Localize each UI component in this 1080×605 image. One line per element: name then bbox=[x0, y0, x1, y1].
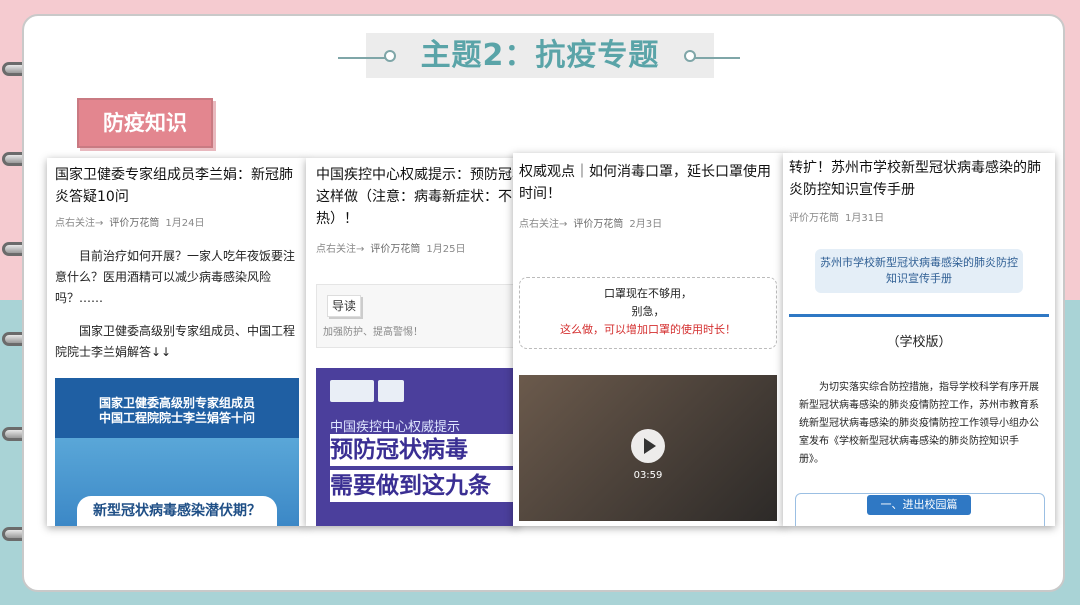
play-button[interactable] bbox=[631, 429, 665, 463]
article-meta: 评价万花筒 1月31日 bbox=[789, 209, 884, 224]
publish-date: 1月31日 bbox=[845, 213, 885, 224]
article-paragraph: 目前治疗如何开展？一家人吃年夜饭要注意什么？医用酒精可以减少病毒感染风险吗？…… bbox=[55, 249, 296, 305]
source-name[interactable]: 评价万花筒 bbox=[109, 218, 159, 229]
prevention-poster: 中国疾控中心权威提示 预防冠状病毒 需要做到这九条 bbox=[316, 368, 518, 526]
article-meta: 点右关注→ 评价万花筒 1月25日 bbox=[316, 240, 465, 255]
box-line: 这么做，可以增加口罩的使用时长！ bbox=[560, 323, 736, 336]
video-duration: 03:59 bbox=[633, 470, 663, 481]
poster-logo bbox=[330, 380, 374, 402]
article-title[interactable]: 中国疾控中心权威提示：预防冠状病毒这样做（注意：病毒新症状：不嗽发热）！ bbox=[316, 164, 518, 230]
callout-box: 新型冠状病毒感染潜伏期？ bbox=[77, 496, 277, 526]
article-card-4[interactable]: 转扩！苏州市学校新型冠状病毒感染的肺炎防控知识宣传手册 评价万花筒 1月31日 苏… bbox=[783, 153, 1055, 526]
article-meta: 点右关注→ 评价万花筒 2月3日 bbox=[519, 215, 662, 230]
section-tag: 防疫知识 bbox=[77, 98, 213, 148]
manual-divider bbox=[789, 314, 1049, 317]
article-title[interactable]: 转扩！苏州市学校新型冠状病毒感染的肺炎防控知识宣传手册 bbox=[789, 157, 1051, 201]
section-button[interactable]: 一、进出校园篇 bbox=[867, 495, 971, 515]
article-banner: 国家卫健委高级别专家组成员 中国工程院院士李兰娟答十问 bbox=[55, 378, 299, 438]
publish-date: 2月3日 bbox=[629, 219, 663, 230]
follow-link[interactable]: 点右关注→ bbox=[55, 218, 103, 229]
source-name[interactable]: 评价万花筒 bbox=[573, 219, 623, 230]
slide-title: 主题2：抗疫专题 bbox=[420, 38, 660, 73]
source-name[interactable]: 评价万花筒 bbox=[789, 213, 839, 224]
article-title[interactable]: 权威观点｜如何消毒口罩，延长口罩使用时间！ bbox=[519, 161, 781, 205]
box-line: 别急， bbox=[631, 305, 665, 318]
poster-line: 中国疾控中心权威提示 bbox=[330, 420, 461, 435]
guide-text: 加强防护、提高警惕！ bbox=[323, 327, 423, 338]
manual-edition: （学校版） bbox=[886, 335, 952, 350]
manual-card-title: 苏州市学校新型冠状病毒感染的肺炎防控知识宣传手册 bbox=[820, 256, 1018, 285]
manual-intro: 为切实落实综合防控措施，指导学校科学有序开展新型冠状病毒感染的肺炎疫情防控工作，… bbox=[799, 382, 1039, 465]
follow-link[interactable]: 点右关注→ bbox=[316, 244, 364, 255]
publish-date: 1月25日 bbox=[426, 244, 466, 255]
video-player[interactable]: 03:59 bbox=[519, 375, 777, 521]
box-line: 口罩现在不够用， bbox=[604, 287, 692, 300]
publish-date: 1月24日 bbox=[165, 218, 205, 229]
poster-logo bbox=[378, 380, 404, 402]
manual-card: 苏州市学校新型冠状病毒感染的肺炎防控知识宣传手册 bbox=[815, 249, 1023, 293]
article-title[interactable]: 国家卫健委专家组成员李兰娟：新冠肺炎答疑10问 bbox=[55, 164, 303, 208]
article-card-2[interactable]: 中国疾控中心权威提示：预防冠状病毒这样做（注意：病毒新症状：不嗽发热）！ 点右关… bbox=[306, 158, 518, 526]
article-meta: 点右关注→ 评价万花筒 1月24日 bbox=[55, 214, 204, 229]
article-card-1[interactable]: 国家卫健委专家组成员李兰娟：新冠肺炎答疑10问 点右关注→ 评价万花筒 1月24日 … bbox=[47, 158, 307, 526]
article-illustration: 新型冠状病毒感染潜伏期？ bbox=[55, 438, 299, 526]
highlight-box: 口罩现在不够用， 别急， 这么做，可以增加口罩的使用时长！ bbox=[519, 277, 777, 349]
article-card-3[interactable]: 权威观点｜如何消毒口罩，延长口罩使用时间！ 点右关注→ 评价万花筒 2月3日 口罩现… bbox=[513, 153, 785, 526]
play-icon bbox=[644, 438, 656, 454]
source-name[interactable]: 评价万花筒 bbox=[370, 244, 420, 255]
poster-line: 需要做到这九条 bbox=[330, 470, 518, 502]
follow-link[interactable]: 点右关注→ bbox=[519, 219, 567, 230]
guide-label: 导读 bbox=[327, 295, 361, 317]
article-paragraph: 国家卫健委高级别专家组成员、中国工程院院士李兰娟解答↓↓ bbox=[55, 324, 296, 359]
poster-line: 预防冠状病毒 bbox=[330, 434, 518, 466]
banner-line: 中国工程院院士李兰娟答十问 bbox=[98, 411, 255, 425]
guide-box: 导读 加强防护、提高警惕！ bbox=[316, 284, 518, 348]
